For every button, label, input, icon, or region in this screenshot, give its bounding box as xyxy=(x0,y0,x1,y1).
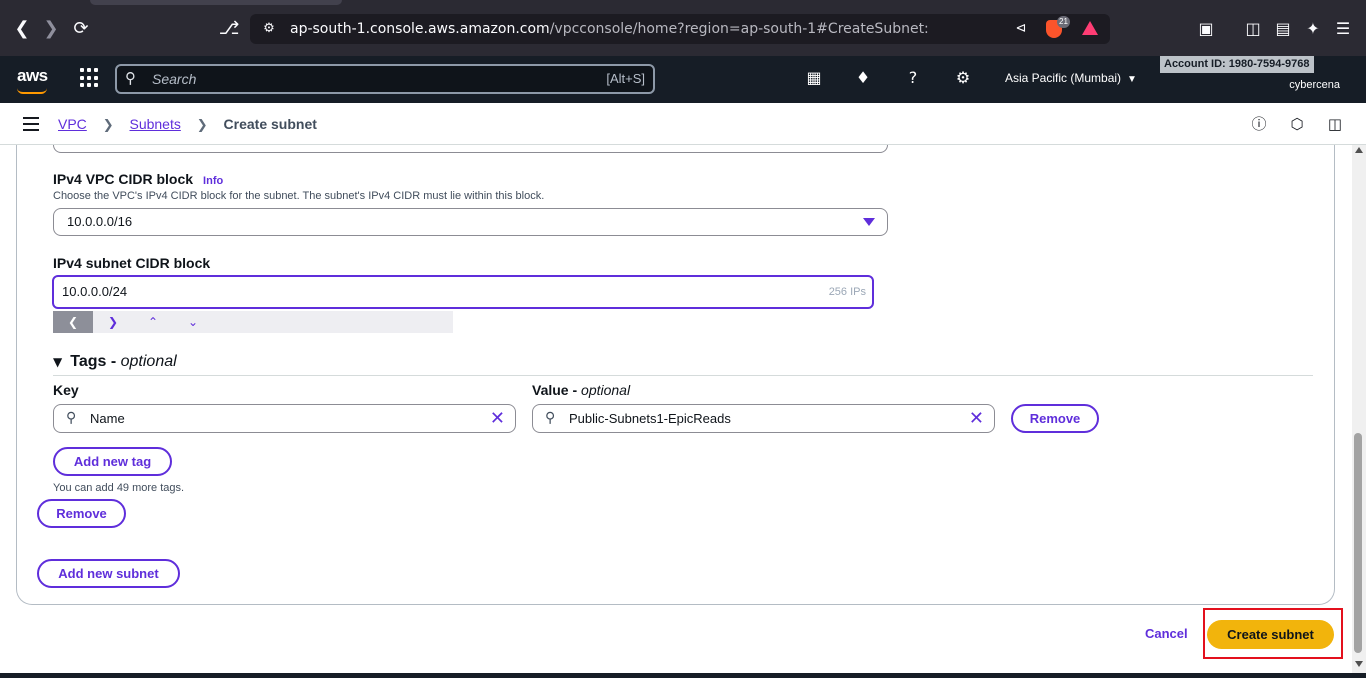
chevron-left-icon[interactable]: ❮ xyxy=(53,311,93,333)
url-host: ap-south-1.console.aws.amazon.com xyxy=(290,21,550,37)
leo-ai-icon[interactable]: ✦ xyxy=(1300,16,1326,42)
search-placeholder: Search xyxy=(152,71,197,87)
shields-count-badge: 21 xyxy=(1057,16,1070,28)
remove-subnet-button[interactable]: Remove xyxy=(37,499,126,528)
search-icon: ⚲ xyxy=(66,410,77,426)
wallet-icon[interactable]: ▤ xyxy=(1270,16,1296,42)
breadcrumb: VPC ❯ Subnets ❯ Create subnet xyxy=(58,103,317,147)
vpc-cidr-label-text: IPv4 VPC CIDR block xyxy=(53,171,194,187)
notifications-bell-icon[interactable]: ♦ xyxy=(851,66,875,90)
breadcrumb-current: Create subnet xyxy=(223,116,317,132)
aws-logo-smile xyxy=(17,88,47,94)
display-settings-icon[interactable]: ◫ xyxy=(1325,114,1345,134)
tag-key-value: Name xyxy=(90,411,125,426)
aws-console-header: aws ⚲ Search [Alt+S] ▦ ♦ ? ⚙ Asia Pacifi… xyxy=(0,56,1366,103)
tag-key-label: Key xyxy=(53,382,79,398)
tags-remaining-note: You can add 49 more tags. xyxy=(53,482,185,494)
cidr-stepper: ❮ ❯ ⌃ ⌄ xyxy=(53,311,453,333)
forward-icon[interactable]: ❯ xyxy=(38,16,64,42)
menu-icon[interactable]: ☰ xyxy=(1330,16,1356,42)
share-icon[interactable]: ⊲ xyxy=(1012,20,1030,38)
tag-value-label: Value - optional xyxy=(532,382,630,398)
clear-icon[interactable]: ✕ xyxy=(969,405,984,432)
url-text[interactable]: ap-south-1.console.aws.amazon.com/vpccon… xyxy=(290,14,929,44)
scroll-thumb[interactable] xyxy=(1354,433,1362,653)
subnet-cidr-input[interactable]: 10.0.0.0/24 256 IPs xyxy=(52,275,874,309)
active-tab-edge[interactable] xyxy=(90,0,342,5)
screenshot-icon[interactable]: ▣ xyxy=(1193,16,1219,42)
back-icon[interactable]: ❮ xyxy=(9,16,35,42)
caret-down-icon xyxy=(863,218,875,226)
subnet-cidr-label: IPv4 subnet CIDR block xyxy=(53,255,211,271)
bookmark-icon[interactable]: ⎇ xyxy=(216,16,242,42)
breadcrumb-subnets-link[interactable]: Subnets xyxy=(129,116,180,132)
help-icon[interactable]: ? xyxy=(901,66,925,90)
bottom-edge xyxy=(0,673,1366,678)
site-settings-icon[interactable]: ⚙ xyxy=(260,20,278,38)
chevron-down-icon[interactable]: ⌄ xyxy=(173,311,213,333)
divider xyxy=(53,375,1313,376)
caret-down-icon: ▼ xyxy=(1127,74,1137,85)
info-link[interactable]: Info xyxy=(203,175,223,187)
subnet-cidr-value: 10.0.0.0/24 xyxy=(62,284,128,299)
account-username[interactable]: cybercena xyxy=(1289,79,1340,91)
settings-gear-icon[interactable]: ⚙ xyxy=(951,66,975,90)
ip-count-hint: 256 IPs xyxy=(828,286,866,298)
rewards-icon[interactable] xyxy=(1082,21,1098,35)
feedback-icon[interactable]: ⬡ xyxy=(1287,114,1307,134)
search-shortcut: [Alt+S] xyxy=(606,71,645,86)
chevron-up-icon[interactable]: ⌃ xyxy=(133,311,173,333)
page-scrollbar[interactable] xyxy=(1352,145,1366,673)
vpc-cidr-description: Choose the VPC's IPv4 CIDR block for the… xyxy=(53,190,545,202)
tag-value-optional: optional xyxy=(581,382,631,398)
console-search-input[interactable]: ⚲ Search [Alt+S] xyxy=(115,64,655,94)
account-id-badge[interactable]: Account ID: 1980-7594-9768 xyxy=(1160,56,1314,73)
browser-toolbar: ❮ ❯ ⟳ ⎇ ⚙ ap-south-1.console.aws.amazon.… xyxy=(0,0,1366,56)
search-icon: ⚲ xyxy=(545,410,556,426)
add-new-subnet-button[interactable]: Add new subnet xyxy=(37,559,180,588)
add-new-tag-button[interactable]: Add new tag xyxy=(53,447,172,476)
hamburger-menu-icon[interactable] xyxy=(23,117,39,131)
previous-field-bottom[interactable] xyxy=(53,145,888,153)
tags-optional: optional xyxy=(120,353,177,370)
chevron-right-icon[interactable]: ❯ xyxy=(93,311,133,333)
region-label: Asia Pacific (Mumbai) xyxy=(1005,71,1122,85)
aws-logo[interactable]: aws xyxy=(17,66,48,86)
caret-down-icon: ▼ xyxy=(53,355,63,369)
cloudshell-icon[interactable]: ▦ xyxy=(802,66,826,90)
cancel-button[interactable]: Cancel xyxy=(1145,626,1188,641)
vpc-cidr-value: 10.0.0.0/16 xyxy=(67,214,133,229)
main-content: IPv4 VPC CIDR block Info Choose the VPC's… xyxy=(0,145,1352,673)
remove-tag-button[interactable]: Remove xyxy=(1011,404,1099,433)
info-circle-icon[interactable]: ⓘ xyxy=(1249,114,1269,134)
clear-icon[interactable]: ✕ xyxy=(490,405,505,432)
vpc-cidr-select[interactable]: 10.0.0.0/16 xyxy=(53,208,888,236)
scroll-down-icon[interactable] xyxy=(1355,661,1363,667)
reload-icon[interactable]: ⟳ xyxy=(68,16,94,42)
region-selector[interactable]: Asia Pacific (Mumbai) ▼ xyxy=(1005,56,1137,102)
vpc-cidr-label: IPv4 VPC CIDR block Info xyxy=(53,171,223,187)
scroll-up-icon[interactable] xyxy=(1355,147,1363,153)
chevron-right-icon: ❯ xyxy=(102,118,114,133)
tag-value-input[interactable]: ⚲ Public-Subnets1-EpicReads ✕ xyxy=(532,404,995,433)
services-grid-icon[interactable] xyxy=(80,68,100,88)
tags-section-toggle[interactable]: ▼ Tags - optional xyxy=(53,353,177,371)
highlight-annotation xyxy=(1203,608,1343,659)
breadcrumb-vpc-link[interactable]: VPC xyxy=(58,116,87,132)
tags-title: Tags - xyxy=(70,353,117,370)
url-path: /vpcconsole/home?region=ap-south-1#Creat… xyxy=(549,21,929,37)
tag-key-input[interactable]: ⚲ Name ✕ xyxy=(53,404,516,433)
address-bar[interactable]: ⚙ ap-south-1.console.aws.amazon.com/vpcc… xyxy=(250,14,1110,44)
search-icon: ⚲ xyxy=(125,69,136,87)
breadcrumb-bar: VPC ❯ Subnets ❯ Create subnet ⓘ ⬡ ◫ xyxy=(0,103,1366,145)
sidebar-icon[interactable]: ◫ xyxy=(1240,16,1266,42)
tag-value-label-text: Value - xyxy=(532,382,578,398)
tag-value-value: Public-Subnets1-EpicReads xyxy=(569,411,731,426)
chevron-right-icon: ❯ xyxy=(196,118,208,133)
